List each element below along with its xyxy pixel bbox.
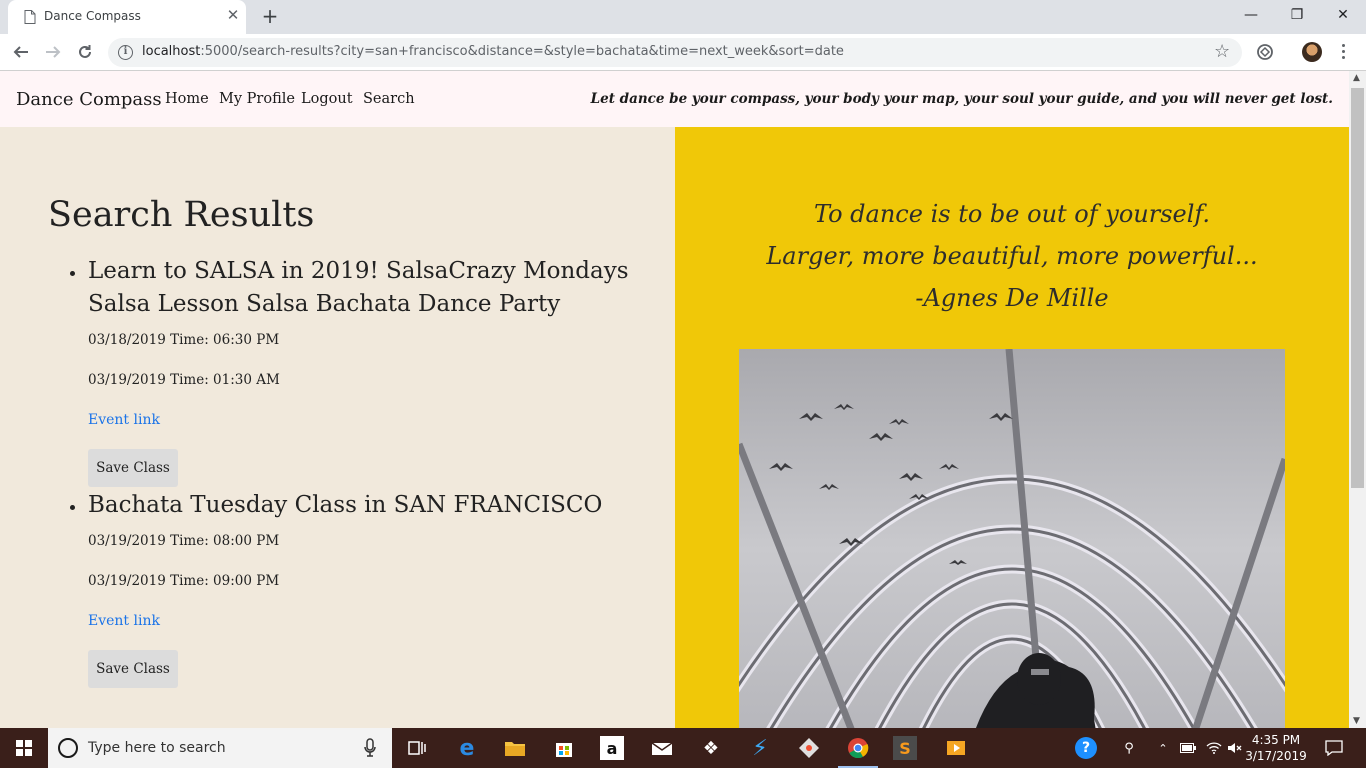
event-end-time: 03/19/2019 Time: 01:30 AM — [88, 372, 280, 388]
chrome-icon[interactable] — [844, 734, 872, 762]
forward-icon[interactable] — [40, 40, 66, 64]
save-class-button[interactable]: Save Class — [88, 449, 178, 487]
mail-icon[interactable] — [648, 734, 676, 762]
scroll-thumb[interactable] — [1351, 88, 1364, 488]
file-explorer-icon[interactable] — [501, 734, 529, 762]
scroll-up-icon[interactable]: ▲ — [1353, 73, 1360, 83]
action-center-icon[interactable] — [1322, 728, 1346, 768]
event-start-time: 03/18/2019 Time: 06:30 PM — [88, 332, 280, 348]
vscode-icon[interactable]: ⚡ — [746, 734, 774, 762]
site-tagline: Let dance be your compass, your body you… — [590, 91, 1333, 107]
tab-title: Dance Compass — [44, 9, 141, 23]
tab-close-icon[interactable]: ✕ — [224, 6, 242, 24]
taskbar-clock[interactable]: 4:35 PM 3/17/2019 — [1240, 732, 1312, 764]
list-item: Bachata Tuesday Class in SAN FRANCISCO 0… — [48, 489, 648, 688]
browser-toolbar: i localhost:5000/search-results?city=san… — [0, 34, 1366, 71]
clock-date: 3/17/2019 — [1245, 749, 1307, 763]
microphone-icon[interactable] — [364, 738, 376, 758]
edge-icon[interactable]: e — [453, 734, 481, 762]
search-results-panel: Search Results Learn to SALSA in 2019! S… — [0, 127, 675, 728]
nav-link-home[interactable]: Home — [165, 91, 209, 107]
extension-icon[interactable] — [1255, 42, 1275, 62]
event-start-time: 03/19/2019 Time: 08:00 PM — [88, 533, 280, 549]
task-view-icon[interactable] — [403, 734, 431, 762]
store-icon[interactable] — [550, 734, 578, 762]
page-scrollbar[interactable]: ▲ ▼ — [1349, 71, 1366, 728]
wifi-icon[interactable] — [1204, 728, 1224, 768]
dance-quote: To dance is to be out of yourself. Large… — [675, 193, 1349, 319]
reload-icon[interactable] — [72, 40, 98, 64]
dropbox-icon[interactable]: ❖ — [697, 734, 725, 762]
list-item: Learn to SALSA in 2019! SalsaCrazy Monda… — [48, 255, 648, 487]
quote-panel: To dance is to be out of yourself. Large… — [675, 127, 1349, 728]
event-title: Learn to SALSA in 2019! SalsaCrazy Monda… — [88, 258, 629, 317]
event-link[interactable]: Event link — [88, 412, 648, 430]
page-title: Search Results — [48, 195, 315, 235]
clock-time: 4:35 PM — [1251, 733, 1301, 747]
list-bullet — [70, 505, 75, 510]
amazon-icon[interactable]: a — [600, 736, 624, 760]
taskbar-search-placeholder: Type here to search — [88, 740, 226, 756]
window-close-icon[interactable]: ✕ — [1320, 0, 1366, 30]
help-icon[interactable]: ? — [1072, 728, 1100, 768]
video-player-icon[interactable] — [942, 734, 970, 762]
cortana-icon — [58, 738, 78, 758]
url-text: localhost:5000/search-results?city=san+f… — [142, 44, 844, 59]
taskbar-search-box[interactable]: Type here to search — [48, 728, 392, 768]
event-end-time: 03/19/2019 Time: 09:00 PM — [88, 573, 280, 589]
profile-avatar[interactable] — [1302, 42, 1322, 62]
quote-author: -Agnes De Mille — [915, 284, 1109, 312]
minimize-icon[interactable]: — — [1228, 0, 1274, 30]
nav-link-search[interactable]: Search — [363, 91, 415, 107]
address-bar[interactable]: i localhost:5000/search-results?city=san… — [108, 38, 1242, 67]
sublime-icon[interactable]: S — [893, 736, 917, 760]
browser-menu-icon[interactable] — [1337, 40, 1349, 62]
site-navbar: Dance Compass Home My Profile Logout Sea… — [0, 71, 1349, 127]
event-title: Bachata Tuesday Class in SAN FRANCISCO — [88, 492, 603, 518]
site-brand[interactable]: Dance Compass — [16, 89, 162, 110]
save-class-button[interactable]: Save Class — [88, 650, 178, 688]
quote-line-1: To dance is to be out of yourself. — [813, 200, 1211, 228]
event-link[interactable]: Event link — [88, 613, 648, 631]
battery-icon[interactable] — [1178, 728, 1198, 768]
site-info-icon[interactable]: i — [118, 45, 133, 60]
windows-taskbar: Type here to search e a ❖ ⚡ S ? ⚲ ⌃ 4:35… — [0, 728, 1366, 768]
browser-tab[interactable]: Dance Compass ✕ — [8, 0, 246, 34]
tray-chevron-icon[interactable]: ⌃ — [1154, 728, 1172, 768]
browser-tabstrip: Dance Compass ✕ + — ❐ ✕ — [0, 0, 1366, 34]
list-bullet — [70, 271, 75, 276]
nav-link-my-profile[interactable]: My Profile — [219, 91, 295, 107]
quote-line-2: Larger, more beautiful, more powerful... — [766, 242, 1258, 270]
page-viewport: Dance Compass Home My Profile Logout Sea… — [0, 71, 1349, 728]
nav-link-logout[interactable]: Logout — [301, 91, 353, 107]
page-icon — [24, 10, 36, 24]
restore-icon[interactable]: ❐ — [1274, 0, 1320, 30]
windows-logo-icon — [16, 740, 32, 756]
people-icon[interactable]: ⚲ — [1118, 728, 1140, 768]
bookmark-star-icon[interactable]: ☆ — [1214, 41, 1230, 62]
new-tab-icon[interactable]: + — [259, 4, 281, 28]
gitkraken-icon[interactable] — [795, 734, 823, 762]
scroll-down-icon[interactable]: ▼ — [1353, 716, 1360, 726]
back-icon[interactable] — [8, 40, 34, 64]
start-button[interactable] — [0, 728, 48, 768]
results-list: Learn to SALSA in 2019! SalsaCrazy Monda… — [48, 255, 648, 688]
dancer-photo — [739, 349, 1285, 728]
